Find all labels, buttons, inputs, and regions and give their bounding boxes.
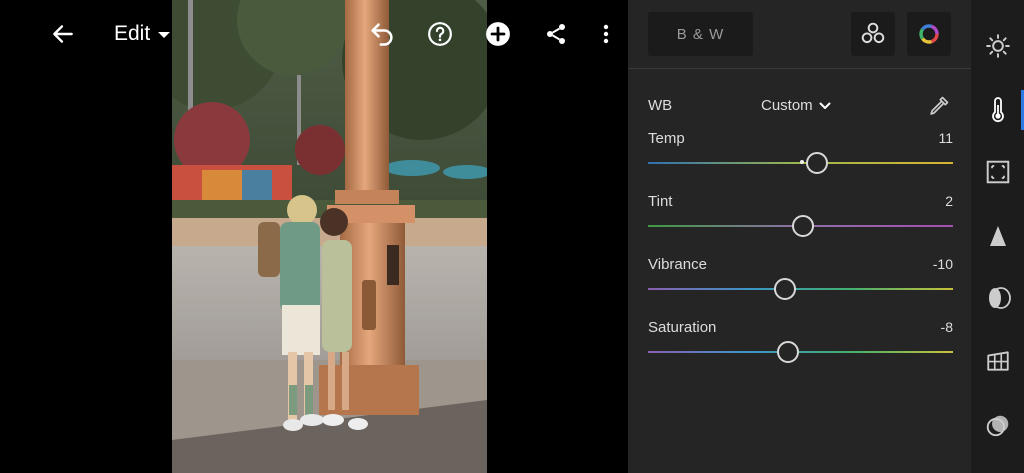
rail-effects-button[interactable] (971, 148, 1024, 196)
rail-geometry-button[interactable] (971, 337, 1024, 385)
presets-icon (986, 415, 1008, 437)
effects-icon (986, 160, 1009, 184)
top-toolbar: Edit (0, 0, 628, 68)
slider-thumb[interactable] (777, 341, 800, 363)
color-wheel-icon (919, 24, 939, 44)
slider-value: -8 (940, 319, 953, 335)
color-mix-button[interactable] (851, 12, 895, 56)
more-options-button[interactable] (589, 17, 623, 51)
share-icon (547, 24, 565, 44)
slider-track[interactable] (648, 351, 953, 353)
photo-preview[interactable] (172, 0, 487, 473)
saturation-slider-row: Saturation -8 (648, 319, 953, 369)
optics-icon (988, 287, 1011, 309)
color-grading-button[interactable] (907, 12, 951, 56)
photo-image (172, 0, 487, 473)
add-icon (486, 22, 510, 46)
slider-value: 11 (938, 130, 953, 146)
slider-value: -10 (932, 256, 953, 272)
wb-preset-dropdown[interactable]: Custom (761, 97, 831, 114)
tint-slider-row: Tint 2 (648, 193, 953, 243)
slider-thumb[interactable] (791, 215, 814, 237)
slider-label: Temp (648, 130, 685, 147)
help-button[interactable] (423, 17, 457, 51)
photo-canvas: Edit (0, 0, 628, 473)
back-button[interactable] (46, 17, 80, 51)
slider-track[interactable] (648, 288, 953, 290)
color-temp-icon (991, 97, 1004, 123)
rail-light-button[interactable] (971, 22, 1024, 70)
color-mix-icon (861, 22, 885, 44)
slider-thumb[interactable] (774, 278, 797, 300)
edit-mode-label: Edit (114, 22, 151, 45)
share-button[interactable] (539, 17, 573, 51)
rail-presets-button[interactable] (971, 402, 1024, 450)
rail-detail-button[interactable] (971, 212, 1024, 260)
slider-thumb[interactable] (805, 152, 828, 174)
vibrance-slider-row: Vibrance -10 (648, 256, 953, 306)
chevron-down-icon (158, 32, 171, 38)
rail-color-button[interactable] (971, 86, 1024, 134)
wb-preset-value: Custom (761, 97, 813, 114)
tool-rail (971, 0, 1024, 473)
eyedropper-icon (930, 96, 949, 115)
light-icon (985, 34, 1010, 58)
color-adjust-panel: B & W WB Custom Temp 11 Tint 2 Vibrance … (628, 0, 971, 473)
white-balance-row: WB Custom (648, 92, 953, 120)
slider-label: Tint (648, 193, 673, 210)
slider-label: Saturation (648, 319, 717, 336)
geometry-icon (986, 351, 1009, 371)
back-arrow-icon (53, 25, 73, 43)
temp-slider-row: Temp 11 (648, 130, 953, 180)
eyedropper-button[interactable] (925, 92, 953, 120)
edit-mode-dropdown[interactable]: Edit (114, 18, 171, 50)
wb-label: WB (648, 97, 673, 114)
slider-label: Vibrance (648, 256, 707, 273)
panel-header: B & W (628, 0, 971, 69)
detail-icon (989, 226, 1006, 246)
bw-button[interactable]: B & W (648, 12, 753, 56)
chevron-down-icon (819, 102, 831, 109)
add-button[interactable] (481, 17, 515, 51)
more-vert-icon (603, 24, 609, 44)
undo-button[interactable] (365, 17, 399, 51)
slider-zero-marker (799, 160, 804, 164)
rail-optics-button[interactable] (971, 274, 1024, 322)
slider-value: 2 (945, 193, 953, 209)
help-icon (428, 22, 452, 46)
undo-icon (371, 23, 393, 46)
